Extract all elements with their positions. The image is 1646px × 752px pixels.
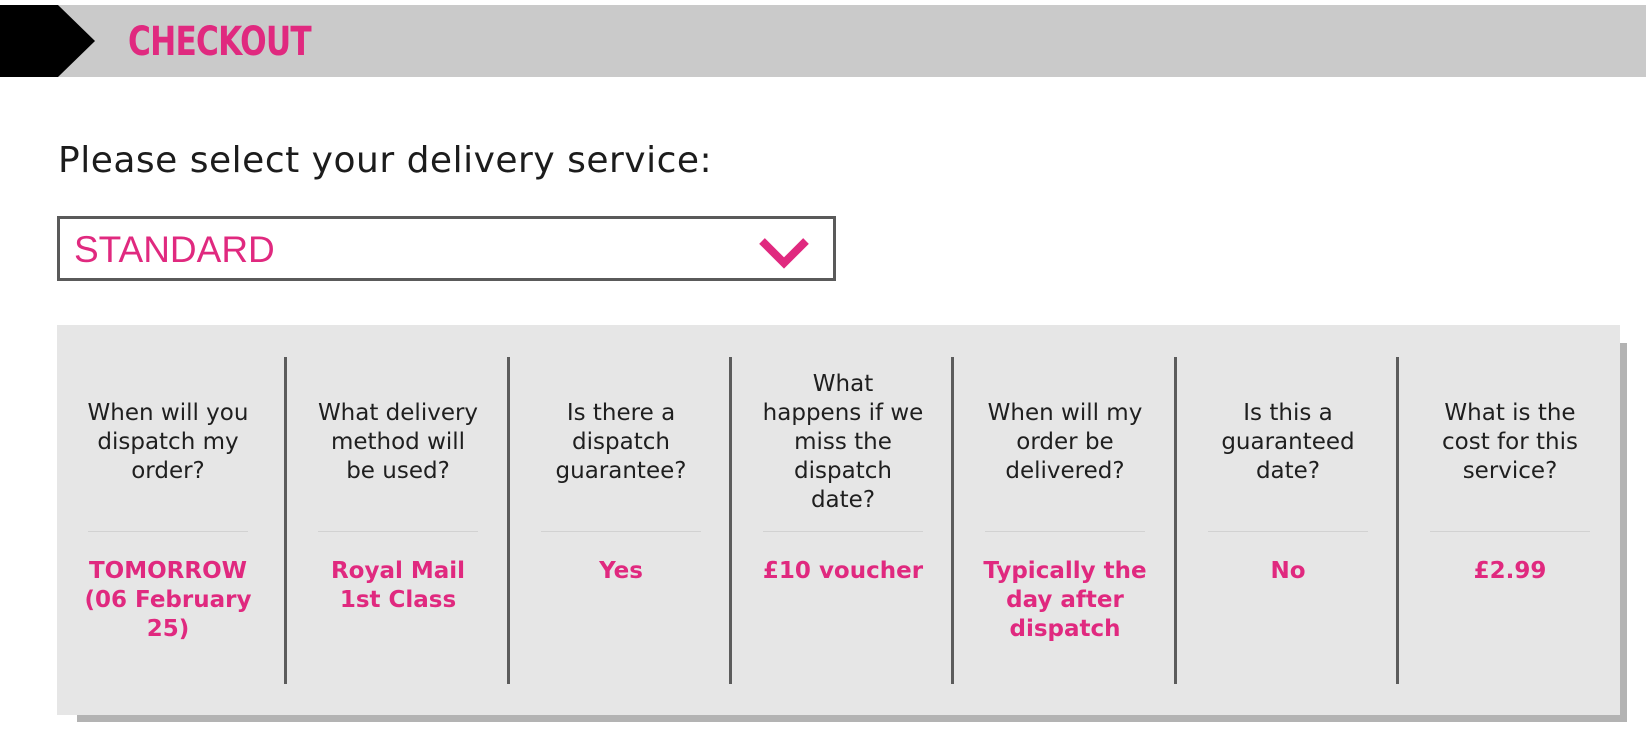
info-question: What happens if we miss the dispatch dat… (762, 370, 924, 513)
info-question: What delivery method will be used? (317, 399, 479, 484)
delivery-service-prompt: Please select your delivery service: (58, 140, 713, 181)
info-answer: No (1270, 558, 1306, 584)
info-separator (1430, 531, 1590, 532)
delivery-service-select[interactable]: STANDARD (57, 216, 836, 281)
info-column-delivery-date: When will my order be delivered? Typical… (954, 325, 1176, 715)
info-column-method: What delivery method will be used? Royal… (287, 325, 509, 715)
info-separator (985, 531, 1145, 532)
info-separator (541, 531, 701, 532)
info-column-missed-dispatch: What happens if we miss the dispatch dat… (732, 325, 954, 715)
info-answer: £10 voucher (762, 558, 924, 584)
info-column-guaranteed-date: Is this a guaranteed date? No (1177, 325, 1399, 715)
header-arrow-decoration (0, 5, 95, 77)
info-answer: £2.99 (1473, 558, 1547, 584)
info-separator (763, 531, 923, 532)
info-separator (1208, 531, 1368, 532)
info-separator (318, 531, 478, 532)
info-answer: Typically the day after dispatch (983, 558, 1147, 642)
info-answer: Royal Mail 1st Class (330, 558, 466, 613)
info-question: When will you dispatch my order? (87, 399, 249, 484)
delivery-service-selected-value: STANDARD (74, 229, 275, 270)
info-answer: Yes (599, 558, 643, 584)
info-column-guarantee: Is there a dispatch guarantee? Yes (510, 325, 732, 715)
info-answer: TOMORROW (06 February 25) (84, 558, 252, 642)
delivery-info-panel: When will you dispatch my order? TOMORRO… (57, 325, 1620, 715)
info-question: When will my order be delivered? (987, 399, 1143, 484)
info-column-cost: What is the cost for this service? £2.99 (1399, 325, 1621, 715)
info-separator (88, 531, 248, 532)
info-question: Is this a guaranteed date? (1221, 399, 1355, 484)
info-question: What is the cost for this service? (1442, 399, 1578, 484)
info-column-dispatch: When will you dispatch my order? TOMORRO… (57, 325, 279, 715)
info-question: Is there a dispatch guarantee? (555, 399, 687, 484)
page-title: CHECKOUT (128, 19, 312, 65)
chevron-down-icon (759, 238, 809, 269)
